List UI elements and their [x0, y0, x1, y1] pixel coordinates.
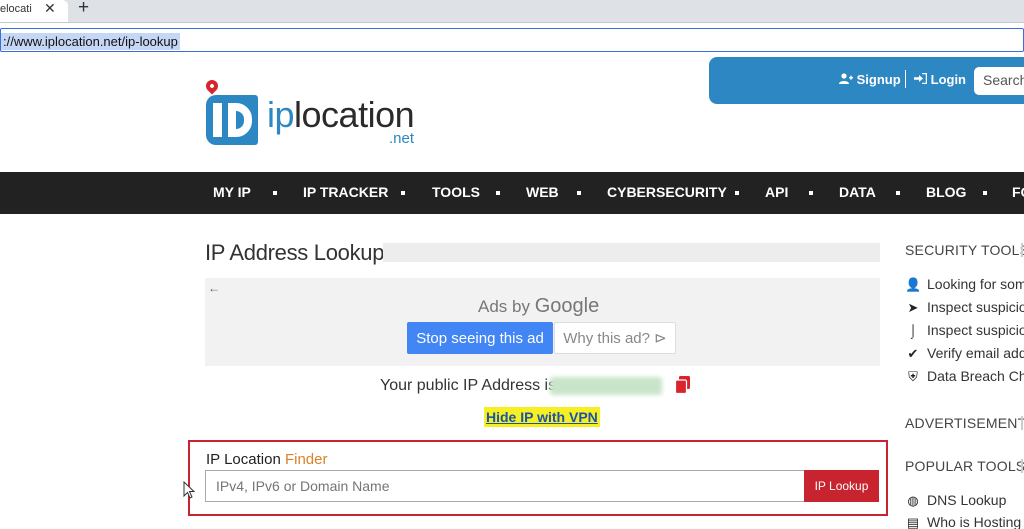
user-icon: 👤 [905, 277, 922, 292]
nav-item-tools[interactable]: TOOLS [432, 184, 480, 200]
security-tools-heading: SECURITY TOOLS [905, 242, 1024, 258]
server-icon: ▤ [906, 515, 920, 529]
security-item[interactable]: ⛨ Data Breach Che [905, 368, 1024, 385]
hide-ip-vpn-link[interactable]: Hide IP with VPN [484, 407, 600, 427]
copy-icon[interactable] [674, 376, 691, 395]
browser-tab[interactable]: elocati ✕ [0, 0, 68, 22]
heading-rule [1021, 243, 1023, 257]
google-logo: Google [534, 295, 600, 317]
send-icon: ➤ [907, 300, 919, 315]
security-item[interactable]: ⌡ Inspect suspicio [905, 322, 1024, 338]
nav-separator [273, 191, 277, 195]
popular-tools-heading: POPULAR TOOLS [905, 458, 1024, 474]
ip-location-finder: IP Location Finder IP Lookup [188, 440, 888, 516]
finder-label: IP Location Finder [206, 451, 328, 468]
nav-item-api[interactable]: API [765, 184, 788, 200]
nav-separator [809, 191, 813, 195]
stop-seeing-ad-button[interactable]: Stop seeing this ad [407, 322, 553, 354]
check-icon: ✔ [907, 346, 919, 361]
security-item[interactable]: ✔ Verify email add [905, 345, 1024, 362]
ip-lookup-input[interactable] [205, 470, 805, 502]
signup-link[interactable]: Signup [839, 72, 901, 87]
popular-item[interactable]: ◍ DNS Lookup [905, 492, 1006, 509]
map-pin-icon [203, 77, 221, 95]
nav-item-ip-tracker[interactable]: IP TRACKER [303, 184, 388, 200]
browser-tab-bar: elocati ✕ + [0, 0, 1024, 22]
page-title: IP Address Lookup [205, 240, 385, 265]
login-link[interactable]: Login [914, 72, 966, 87]
title-underline-bar [383, 243, 880, 262]
nav-item-forum[interactable]: FO [1012, 184, 1024, 200]
nav-separator [496, 191, 500, 195]
heading-rule [1021, 459, 1023, 473]
address-bar[interactable]: ://www.iplocation.net/ip-lookup [0, 22, 1024, 52]
site-logo[interactable]: iplocation .net [203, 77, 423, 150]
shield-icon: ⛨ [908, 369, 918, 384]
nav-item-cybersecurity[interactable]: CYBERSECURITY [607, 184, 727, 200]
nav-separator [735, 191, 739, 195]
ad-choices-icon: ⊳ [654, 330, 667, 347]
security-item[interactable]: 👤 Looking for som [905, 276, 1024, 293]
nav-separator [401, 191, 405, 195]
public-ip-label: Your public IP Address is [380, 377, 557, 394]
nav-separator [577, 191, 581, 195]
logo-net: .net [389, 130, 415, 147]
heading-rule [1021, 416, 1023, 430]
ads-by-google: Ads by Google [478, 295, 600, 317]
ad-container: ← Ads by Google Stop seeing this ad Why … [205, 278, 880, 366]
ip-address-redacted [550, 377, 662, 395]
why-ad-label: Why this ad? [563, 330, 650, 347]
nav-separator [896, 191, 900, 195]
popular-item[interactable]: ▤ Who is Hosting [905, 514, 1021, 529]
search-input[interactable]: Search [974, 67, 1024, 95]
nav-item-blog[interactable]: BLOG [926, 184, 966, 200]
globe-icon: ◍ [907, 493, 919, 508]
nav-item-web[interactable]: WEB [526, 184, 559, 200]
sign-in-icon [914, 72, 931, 87]
ip-lookup-button[interactable]: IP Lookup [804, 470, 879, 502]
login-label: Login [930, 72, 967, 87]
nav-separator [983, 191, 987, 195]
signup-label: Signup [856, 72, 901, 87]
nav-item-data[interactable]: DATA [839, 184, 876, 200]
logo-ip-mark [206, 95, 258, 145]
security-item[interactable]: ➤ Inspect suspicio [905, 299, 1024, 316]
advertisement-heading: ADVERTISEMENT [905, 415, 1024, 431]
user-plus-icon [839, 72, 857, 87]
nav-item-my-ip[interactable]: MY IP [213, 184, 251, 200]
url-text[interactable]: ://www.iplocation.net/ip-lookup [1, 33, 180, 50]
why-this-ad-button[interactable]: Why this ad? ⊳ [554, 322, 676, 354]
account-bar: Signup Login Search [709, 57, 1024, 104]
address-input[interactable]: ://www.iplocation.net/ip-lookup [0, 28, 1024, 52]
new-tab-icon[interactable]: + [78, 0, 89, 19]
tab-title: elocati [0, 3, 32, 15]
divider [905, 70, 906, 88]
tab-close-icon[interactable]: ✕ [44, 0, 56, 17]
back-arrow-icon[interactable]: ← [208, 281, 220, 295]
mouse-cursor-icon [183, 480, 196, 504]
hook-icon: ⌡ [909, 323, 917, 338]
main-nav: MY IP IP TRACKER TOOLS WEB CYBERSECURITY… [0, 172, 1024, 214]
